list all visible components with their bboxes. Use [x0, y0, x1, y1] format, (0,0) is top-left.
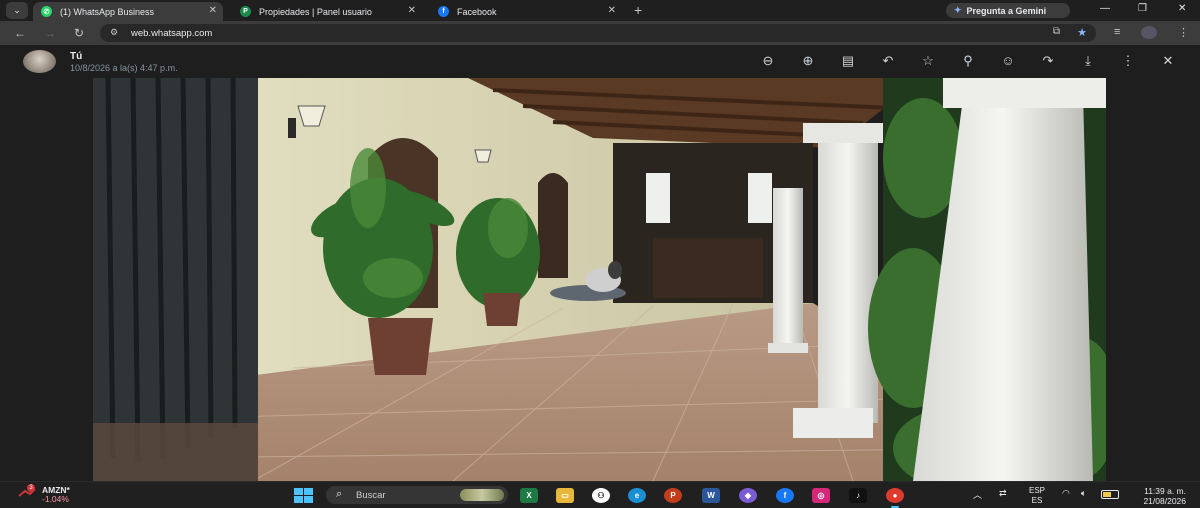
close-icon[interactable]: ✕: [1158, 53, 1178, 69]
lang-bottom: ES: [1031, 496, 1043, 505]
tab-facebook[interactable]: f Facebook ✕: [430, 2, 622, 21]
volume-icon[interactable]: 🔈︎: [1081, 488, 1086, 499]
clipchamp-icon[interactable]: ⚇: [592, 488, 610, 503]
stock-widget[interactable]: 3 AMZN* -1.04%: [18, 484, 70, 504]
wifi-icon[interactable]: ◠: [1062, 488, 1070, 499]
system-clock[interactable]: 11:39 a. m. 21/08/2026: [1131, 486, 1186, 506]
instagram-icon[interactable]: ◎: [812, 488, 830, 503]
star-icon[interactable]: ☆: [918, 53, 938, 69]
taskbar: 3 AMZN* -1.04% ⌕ Buscar X ▭ ⚇ e P W ◆ f …: [0, 481, 1200, 508]
tab-propiedades[interactable]: P Propiedades | Panel usuario ✕: [232, 2, 422, 21]
gemini-label: Pregunta a Gemini: [966, 5, 1047, 16]
search-icon: ⌕: [336, 488, 343, 500]
word-icon[interactable]: W: [702, 488, 720, 503]
zoom-out-icon[interactable]: ⊖: [758, 53, 778, 69]
chrome-icon[interactable]: ●: [886, 488, 904, 508]
excel-icon[interactable]: X: [520, 488, 538, 503]
browser-menu-icon[interactable]: ⋮: [1178, 26, 1189, 39]
profile-avatar[interactable]: [1141, 26, 1157, 39]
tab-label: (1) WhatsApp Business: [60, 6, 155, 17]
bookmark-star-icon[interactable]: ★: [1077, 26, 1087, 39]
whatsapp-icon: ✆: [41, 6, 52, 17]
edge-icon[interactable]: e: [628, 488, 646, 503]
sender-name: Tú: [70, 51, 83, 62]
stock-change: -1.04%: [42, 494, 69, 504]
notification-badge: 3: [27, 484, 35, 492]
tab-search-button[interactable]: ⌄: [6, 2, 28, 19]
zoom-in-icon[interactable]: ⊕: [798, 53, 818, 69]
gemini-icon: ✦: [954, 5, 962, 15]
language-indicator[interactable]: ESP ES: [1029, 486, 1045, 506]
windows-start-icon[interactable]: [294, 488, 313, 503]
address-toolbar: ← → ↻ ⚙ web.whatsapp.com ⧉ ★ ≡ ⋮: [0, 21, 1200, 45]
site-icon: P: [240, 6, 251, 17]
emoji-icon[interactable]: ☺: [998, 53, 1018, 69]
restore-button[interactable]: ❐: [1138, 3, 1147, 14]
search-highlight-image: [460, 489, 504, 501]
tiktok-icon[interactable]: ♪: [849, 488, 867, 503]
facebook-app-icon[interactable]: f: [776, 488, 794, 503]
caption-icon[interactable]: ▤: [838, 53, 858, 69]
install-app-icon[interactable]: ⧉: [1053, 26, 1060, 37]
site-info-icon[interactable]: ⚙: [110, 27, 118, 38]
reload-icon[interactable]: ↻: [74, 26, 84, 40]
url-text: web.whatsapp.com: [131, 27, 213, 39]
photo: [93, 78, 1106, 481]
clock-date: 21/08/2026: [1143, 496, 1186, 506]
message-timestamp: 10/8/2026 a la(s) 4:47 p.m.: [70, 63, 178, 73]
clock-time: 11:39 a. m.: [1144, 486, 1186, 496]
close-tab-icon[interactable]: ✕: [608, 5, 616, 16]
new-tab-button[interactable]: +: [634, 2, 642, 18]
forward-icon[interactable]: →: [44, 26, 56, 40]
minimize-button[interactable]: —: [1100, 3, 1110, 14]
copilot-icon[interactable]: ◆: [739, 488, 757, 503]
powerpoint-icon[interactable]: P: [664, 488, 682, 503]
more-icon[interactable]: ⋮: [1118, 53, 1138, 69]
media-controls-icon[interactable]: ≡: [1114, 26, 1120, 38]
battery-icon[interactable]: [1101, 490, 1119, 499]
url-field[interactable]: ⚙ web.whatsapp.com ⧉ ★: [100, 24, 1096, 42]
facebook-icon: f: [438, 6, 449, 17]
avatar: [23, 50, 56, 73]
download-icon[interactable]: ⤓: [1078, 53, 1098, 69]
file-explorer-icon[interactable]: ▭: [556, 488, 574, 503]
search-placeholder: Buscar: [356, 489, 386, 501]
browser-tabbar: ⌄ ✆ (1) WhatsApp Business ✕ P Propiedade…: [0, 0, 1200, 21]
taskbar-search[interactable]: ⌕ Buscar: [326, 486, 508, 504]
close-tab-icon[interactable]: ✕: [408, 5, 416, 16]
lang-top: ESP: [1029, 486, 1046, 495]
reply-icon[interactable]: ↶: [878, 53, 898, 69]
pin-icon[interactable]: ⚲: [958, 53, 978, 69]
back-icon[interactable]: ←: [14, 26, 26, 40]
tab-label: Propiedades | Panel usuario: [259, 6, 372, 17]
tab-label: Facebook: [457, 6, 497, 17]
tab-whatsapp[interactable]: ✆ (1) WhatsApp Business ✕: [33, 2, 223, 21]
network-settings-icon[interactable]: ⇄: [999, 488, 1007, 499]
close-tab-icon[interactable]: ✕: [209, 5, 217, 16]
gemini-button[interactable]: ✦ Pregunta a Gemini: [946, 3, 1070, 18]
close-window-button[interactable]: ✕: [1178, 3, 1186, 14]
media-viewer: Tú 10/8/2026 a la(s) 4:47 p.m. ⊖ ⊕ ▤ ↶ ☆…: [0, 45, 1200, 481]
forward-icon[interactable]: ↷: [1038, 53, 1058, 69]
show-hidden-icons-icon[interactable]: ︿: [973, 488, 982, 501]
